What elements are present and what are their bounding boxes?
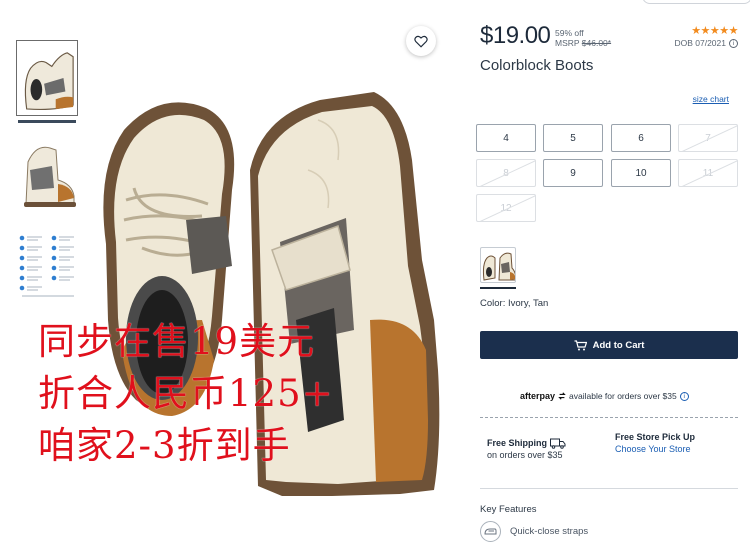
product-title: Colorblock Boots <box>480 57 594 74</box>
top-search-pill[interactable] <box>642 0 750 4</box>
discount-label: 59% off <box>555 28 584 38</box>
afterpay-text: available for orders over $35 <box>569 391 677 401</box>
size-option[interactable]: 5 <box>543 124 603 152</box>
strap-icon <box>480 521 501 542</box>
size-option[interactable]: 9 <box>543 159 603 187</box>
msrp-value: $46.00* <box>581 38 612 48</box>
afterpay-arrows-icon <box>558 392 566 400</box>
thumbnail-3-size-guide[interactable] <box>16 232 78 300</box>
size-option-unavailable: 8 <box>476 159 536 187</box>
free-shipping-sub: on orders over $35 <box>487 450 563 460</box>
store-pickup-info: Free Store Pick Up Choose Your Store <box>615 431 735 455</box>
promo-line-2: 折合人民币125+ <box>38 372 334 415</box>
add-to-cart-label: Add to Cart <box>592 339 645 351</box>
size-option-unavailable: 7 <box>678 124 738 152</box>
thumbnail-selected-indicator <box>18 120 76 123</box>
free-shipping-info: Free Shipping on orders over $35 <box>487 437 597 461</box>
add-to-cart-button[interactable]: Add to Cart <box>480 331 738 359</box>
info-icon[interactable]: i <box>729 38 738 48</box>
afterpay-logo: afterpay <box>520 391 556 401</box>
boot-thumbnail-image <box>24 52 74 111</box>
color-swatch-ivory-tan[interactable] <box>480 247 516 283</box>
free-shipping-title: Free Shipping <box>487 438 548 448</box>
size-option[interactable]: 4 <box>476 124 536 152</box>
boot-swatch-image <box>482 252 515 281</box>
dob-info: DOB 07/2021 i <box>674 38 738 48</box>
size-option-unavailable: 11 <box>678 159 738 187</box>
color-label: Color: Ivory, Tan <box>480 298 549 309</box>
info-icon[interactable]: i <box>679 391 689 401</box>
size-option[interactable]: 6 <box>611 124 671 152</box>
size-option[interactable]: 10 <box>611 159 671 187</box>
msrp-line: MSRP $46.00* <box>555 38 611 48</box>
divider <box>480 417 738 418</box>
msrp-label: MSRP <box>555 38 580 48</box>
promo-overlay-text: 同步在售19美元 折合人民币125+ 咱家2-3折到手 <box>38 316 418 472</box>
free-shipping-heading: Free Shipping <box>487 437 597 449</box>
key-features-title: Key Features <box>480 504 537 515</box>
price: $19.00 <box>480 22 551 49</box>
truck-icon <box>550 438 566 449</box>
key-feature-label: Quick-close straps <box>510 526 589 537</box>
promo-line-1: 同步在售19美元 <box>38 320 316 363</box>
heart-icon <box>414 35 428 48</box>
size-guide-thumbnail-image <box>19 235 74 297</box>
size-chart-link[interactable]: size chart <box>693 94 729 104</box>
cart-icon <box>574 339 587 350</box>
pickup-title: Free Store Pick Up <box>615 432 696 442</box>
thumbnail-2[interactable] <box>16 140 78 210</box>
boot-side-thumbnail-image <box>24 146 76 207</box>
size-option-unavailable: 12 <box>476 194 536 222</box>
price-meta: 59% off MSRP $46.00* <box>555 28 611 48</box>
thumbnail-1[interactable] <box>16 40 78 116</box>
dob-label: DOB 07/2021 <box>674 38 726 48</box>
afterpay-info: afterpay available for orders over $35 i <box>520 391 689 401</box>
favorite-button[interactable] <box>406 26 436 56</box>
divider <box>480 488 738 489</box>
product-info-panel: $19.00 59% off MSRP $46.00* ★★★★★ DOB 07… <box>476 0 750 550</box>
key-feature-item: Quick-close straps <box>480 521 588 542</box>
swatch-selected-indicator <box>480 287 516 289</box>
promo-line-3: 咱家2-3折到手 <box>38 424 291 467</box>
rating-stars[interactable]: ★★★★★ <box>691 24 738 37</box>
choose-store-link[interactable]: Choose Your Store <box>615 443 735 455</box>
